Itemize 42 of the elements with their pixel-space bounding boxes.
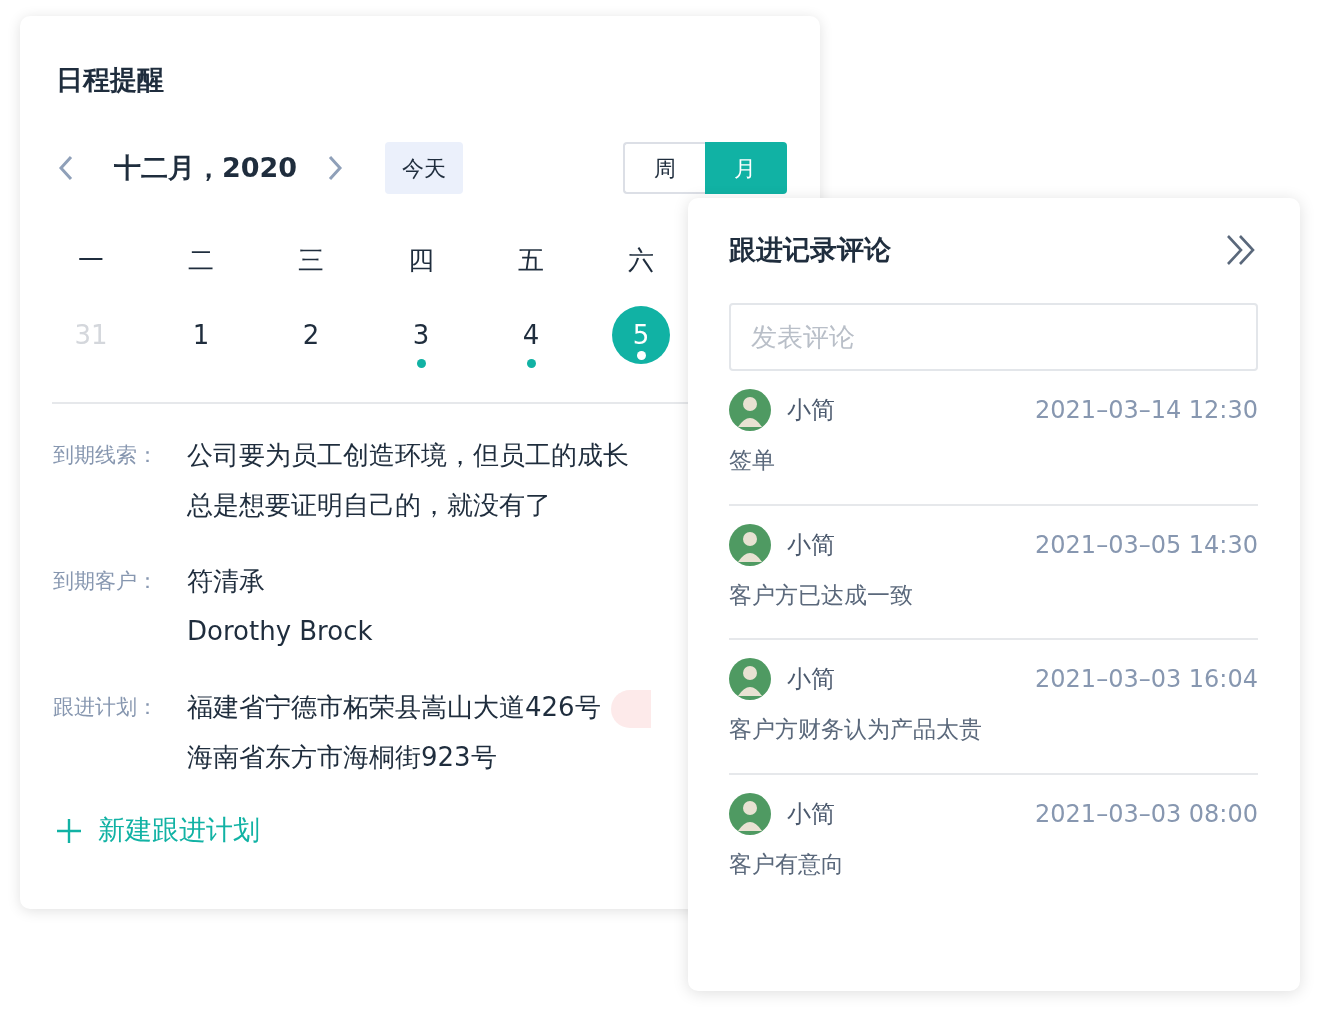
comment-text: 签单: [729, 446, 776, 475]
weekday-label: 三: [297, 244, 325, 278]
avatar-icon: [729, 658, 771, 700]
avatar-icon: [729, 523, 771, 566]
detail-value: Dorothy Brock: [187, 616, 373, 647]
weekday-label: 五: [517, 244, 545, 278]
comment-text: 客户有意向: [729, 849, 845, 879]
detail-value: 公司要为员工创造环境，但员工的成长: [187, 440, 629, 471]
plus-icon: [56, 817, 82, 844]
detail-value: 海南省东方市海桐街923号: [187, 742, 497, 773]
weekday-label: 二: [187, 244, 215, 278]
panel-title: 跟进记录评论: [729, 232, 891, 267]
weekday-label: 一: [77, 244, 105, 278]
author-name: 小简: [787, 395, 835, 426]
calendar-day[interactable]: 1: [172, 306, 230, 365]
calendar-title: 日程提醒: [56, 64, 165, 97]
detail-value: 总是想要证明自己的，就没有了: [187, 490, 551, 521]
calendar-day[interactable]: 2: [282, 306, 340, 365]
avatar-icon: [729, 792, 771, 835]
comment-time: 2021–03–05 14:30: [1035, 529, 1258, 561]
avatar-icon: [729, 389, 771, 431]
comment-time: 2021–03–14 12:30: [1035, 395, 1258, 426]
weekday-label: 六: [627, 244, 655, 278]
comment-time: 2021–03–03 16:04: [1035, 664, 1258, 695]
comment-time: 2021–03–03 08:00: [1035, 798, 1258, 830]
author-name: 小简: [787, 529, 835, 561]
calendar-day[interactable]: 3: [392, 306, 450, 365]
detail-value: 符清承: [187, 566, 265, 597]
weekday-label: 四: [407, 244, 435, 278]
month-label: 十二月，2020: [114, 151, 298, 186]
detail-label: 到期线索：: [53, 442, 159, 470]
calendar-day[interactable]: 4: [502, 306, 560, 365]
comment-input[interactable]: 发表评论: [729, 303, 1258, 371]
view-tab[interactable]: 周: [623, 142, 705, 195]
detail-value: 福建省宁德市柘荣县嵩山大道426号: [187, 692, 601, 723]
detail-label: 到期客户：: [53, 568, 159, 596]
author-name: 小简: [787, 798, 835, 830]
comment-text: 客户方财务认为产品太贵: [729, 715, 983, 744]
detail-label: 跟进计划：: [53, 694, 159, 722]
comment-text: 客户方已达成一致: [729, 580, 914, 610]
author-name: 小简: [787, 664, 835, 695]
today-button[interactable]: 今天: [385, 142, 464, 195]
